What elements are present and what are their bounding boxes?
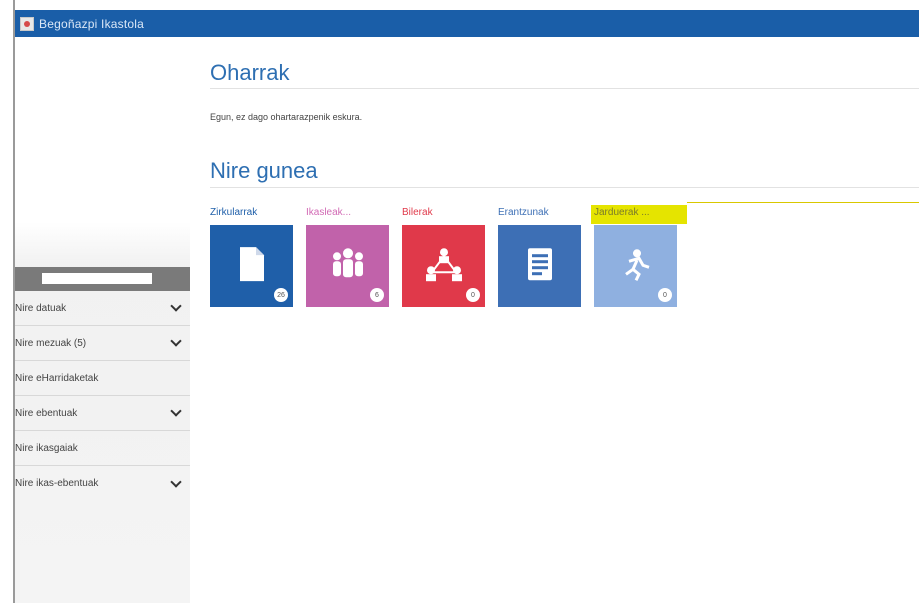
sidebar: Nire datuak Nire mezuak (5) Nire eHarrid…: [15, 37, 190, 603]
sidebar-menu: Nire datuak Nire mezuak (5) Nire eHarrid…: [15, 291, 190, 501]
tile-jarduerak[interactable]: 0: [594, 225, 677, 307]
tile-label-bilerak[interactable]: Bilerak: [402, 207, 433, 218]
sidebar-item-nire-ikasgaiak[interactable]: Nire ikasgaiak: [15, 431, 190, 466]
sidebar-item-nire-mezuak[interactable]: Nire mezuak (5): [15, 326, 190, 361]
title-bar: Begoñazpi Ikastola: [15, 10, 919, 37]
tile-count-badge: 6: [370, 288, 384, 302]
tile-count-badge: 0: [658, 288, 672, 302]
document-icon: [239, 247, 264, 282]
window-title: Begoñazpi Ikastola: [39, 16, 145, 31]
sidebar-item-label: Nire ikasgaiak: [15, 442, 78, 454]
chevron-down-icon[interactable]: [170, 300, 182, 312]
oharrak-title: Oharrak: [210, 60, 290, 85]
annotation-pointer-line: [687, 202, 919, 203]
app-logo-icon: [20, 16, 34, 31]
chevron-down-icon[interactable]: [170, 475, 182, 488]
sidebar-item-label: Nire mezuak (5): [15, 337, 87, 349]
chevron-down-icon[interactable]: [170, 405, 182, 417]
nire-gunea-title: Nire gunea: [210, 158, 318, 183]
people-icon: [332, 248, 363, 278]
sidebar-search-input[interactable]: [42, 273, 152, 284]
main-content: Oharrak Egun, ez dago ohartarazpenik esk…: [190, 37, 919, 603]
sidebar-search-bar: [15, 267, 190, 291]
tile-ikasleak[interactable]: 6: [306, 225, 389, 307]
sidebar-item-nire-ikas-ebentuak[interactable]: Nire ikas-ebentuak: [15, 466, 190, 501]
tile-bilerak[interactable]: 0: [402, 225, 485, 307]
sidebar-item-label: Nire ebentuak: [15, 407, 78, 419]
divider: [210, 187, 919, 188]
tile-label-erantzunak[interactable]: Erantzunak: [498, 207, 549, 218]
sidebar-item-label: Nire eHarridaketak: [15, 372, 99, 384]
tile-zirkularrak[interactable]: 26: [210, 225, 293, 307]
sidebar-item-nire-eharridaketak[interactable]: Nire eHarridaketak: [15, 361, 190, 396]
list-document-icon: [527, 248, 552, 281]
sidebar-item-nire-ebentuak[interactable]: Nire ebentuak: [15, 396, 190, 431]
sidebar-item-label: Nire ikas-ebentuak: [15, 478, 99, 489]
tile-label-jarduerak[interactable]: Jarduerak ...: [594, 207, 650, 218]
tile-label-ikasleak[interactable]: Ikasleak...: [306, 207, 351, 218]
tile-count-badge: 26: [274, 288, 288, 302]
sidebar-item-label: Nire datuak: [15, 302, 67, 314]
chevron-down-icon[interactable]: [170, 335, 182, 347]
tile-count-badge: 0: [466, 288, 480, 302]
network-icon: [425, 248, 462, 282]
oharrak-message: Egun, ez dago ohartarazpenik eskura.: [210, 112, 363, 122]
tile-erantzunak[interactable]: [498, 225, 581, 307]
person-running-icon: [624, 249, 649, 281]
tile-label-zirkularrak[interactable]: Zirkularrak: [210, 207, 257, 218]
sidebar-item-nire-datuak[interactable]: Nire datuak: [15, 291, 190, 326]
divider: [210, 88, 919, 89]
